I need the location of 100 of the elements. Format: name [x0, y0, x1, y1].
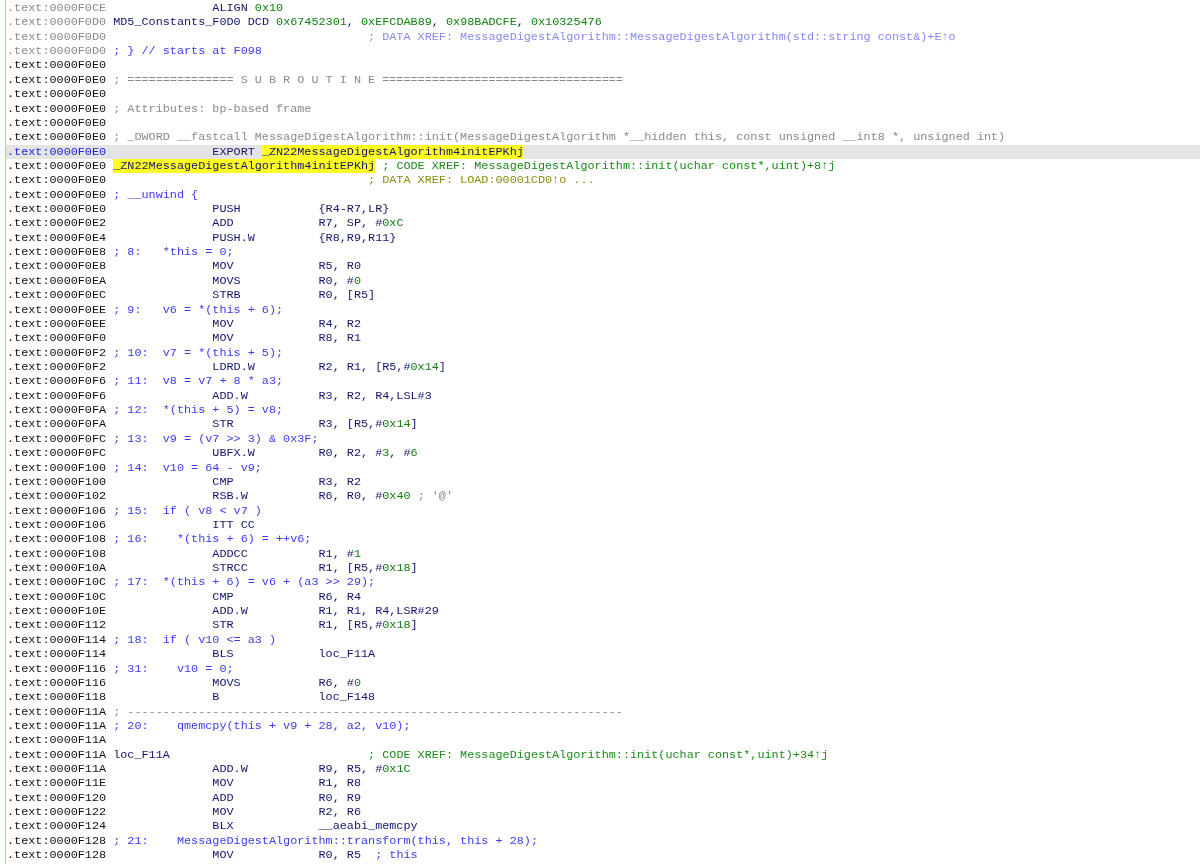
- listing-row[interactable]: .text:0000F0E0: [6, 58, 1200, 73]
- instruction-mnemonic: MOV: [212, 848, 234, 863]
- xref-comment: ; DATA XREF: LOAD:00001CD0↑o ...: [368, 173, 595, 188]
- listing-row[interactable]: .text:0000F102 RSB.W R6, R0, #0x40 ; '@': [6, 489, 1200, 504]
- instruction-operands: R9, R5, #0x1C: [318, 762, 411, 777]
- listing-row[interactable]: .text:0000F0E8 MOV R5, R0: [6, 259, 1200, 274]
- listing-row[interactable]: .text:0000F0D0 ; } // starts at F098: [6, 44, 1200, 59]
- instruction-operands: R2, R1, [R5,#0x14]: [318, 360, 446, 375]
- listing-row[interactable]: .text:0000F128 MOV R0, R5 ; this: [6, 848, 1200, 863]
- listing-row[interactable]: .text:0000F112 STR R1, [R5,#0x18]: [6, 618, 1200, 633]
- instruction-mnemonic: STRB: [212, 288, 241, 303]
- listing-row[interactable]: .text:0000F0F6 ADD.W R3, R2, R4,LSL#3: [6, 388, 1200, 404]
- line-address: .text:0000F116: [7, 661, 107, 676]
- listing-row[interactable]: .text:0000F0EE ; 9: v6 = *(this + 6);: [6, 302, 1200, 317]
- listing-row[interactable]: .text:0000F0EC STRB R0, [R5]: [6, 288, 1200, 303]
- instruction-operands: R0, #0: [318, 273, 361, 289]
- line-address: .text:0000F0EE: [7, 302, 107, 317]
- listing-row[interactable]: .text:0000F0E0 ; __unwind {: [6, 187, 1200, 203]
- listing-row[interactable]: .text:0000F116 MOVS R6, #0: [6, 675, 1200, 691]
- instruction-operands: loc_F148: [318, 690, 376, 705]
- listing-row[interactable]: .text:0000F108 ; 16: *(this + 6) = ++v6;: [6, 532, 1200, 547]
- line-address: .text:0000F106: [7, 503, 107, 518]
- code-comment: ; =============== S U B R O U T I N E ==================================: [113, 72, 623, 88]
- instruction-mnemonic: ADD: [212, 790, 234, 806]
- listing-row[interactable]: .text:0000F0CE ALIGN 0x10: [6, 1, 1200, 16]
- listing-row[interactable]: .text:0000F120 ADD R0, R9: [6, 790, 1200, 806]
- listing-row[interactable]: .text:0000F10A STRCC R1, [R5,#0x18]: [6, 561, 1200, 576]
- listing-row[interactable]: .text:0000F118 B loc_F148: [6, 690, 1200, 705]
- listing-row[interactable]: .text:0000F0E4 PUSH.W {R8,R9,R11}: [6, 230, 1200, 246]
- listing-row[interactable]: .text:0000F114 BLS loc_F11A: [6, 647, 1200, 662]
- instruction-mnemonic: MOV: [212, 259, 234, 274]
- listing-row[interactable]: .text:0000F0E0: [6, 87, 1200, 102]
- listing-row[interactable]: .text:0000F11A loc_F11A ; CODE XREF: MessageDigestAlgorithm::init(uchar const*,uint)+34↑j: [6, 747, 1200, 763]
- listing-row[interactable]: .text:0000F100 CMP R3, R2: [6, 474, 1200, 490]
- listing-row[interactable]: .text:0000F0E8 ; 8: *this = 0;: [6, 245, 1200, 260]
- pseudocode-comment: ; 15: if ( v8 < v7 ): [113, 503, 262, 518]
- listing-row[interactable]: .text:0000F11A ; 20: qmemcpy(this + v9 + 28, a2, v10);: [6, 718, 1200, 734]
- listing-row[interactable]: .text:0000F100 ; 14: v10 = 64 - v9;: [6, 460, 1200, 475]
- line-address: .text:0000F11E: [7, 776, 107, 791]
- listing-row[interactable]: .text:0000F0E0: [6, 115, 1200, 131]
- listing-row[interactable]: .text:0000F0F6 ; 11: v8 = v7 + 8 * a3;: [6, 374, 1200, 389]
- instruction-mnemonic: PUSH: [212, 202, 241, 217]
- line-address: .text:0000F0E0: [7, 202, 107, 217]
- instruction-mnemonic: CMP: [212, 589, 234, 605]
- line-address: .text:0000F112: [7, 618, 107, 633]
- listing-row[interactable]: .text:0000F0F0 MOV R8, R1: [6, 331, 1200, 346]
- listing-row[interactable]: .text:0000F11A: [6, 733, 1200, 748]
- listing-row[interactable]: .text:0000F0F2 ; 10: v7 = *(this + 5);: [6, 345, 1200, 360]
- listing-row[interactable]: .text:0000F116 ; 31: v10 = 0;: [6, 661, 1200, 676]
- line-address: .text:0000F128: [7, 848, 107, 863]
- listing-row[interactable]: .text:0000F106 ITT CC: [6, 517, 1200, 533]
- line-address: .text:0000F10C: [7, 575, 107, 590]
- instruction-mnemonic: BLX: [212, 819, 234, 834]
- line-address: .text:0000F11A: [7, 733, 107, 748]
- listing-row[interactable]: .text:0000F0FA ; 12: *(this + 5) = v8;: [6, 403, 1200, 418]
- line-address: .text:0000F0CE: [7, 1, 107, 16]
- line-address: .text:0000F100: [7, 474, 107, 490]
- listing-row[interactable]: .text:0000F106 ; 15: if ( v8 < v7 ): [6, 503, 1200, 518]
- line-address: .text:0000F128: [7, 833, 107, 849]
- listing-row[interactable]: .text:0000F108 ADDCC R1, #1: [6, 546, 1200, 561]
- line-address: .text:0000F0E0: [7, 58, 107, 73]
- listing-row[interactable]: .text:0000F114 ; 18: if ( v10 <= a3 ): [6, 632, 1200, 648]
- listing-row[interactable]: .text:0000F11A ADD.W R9, R5, #0x1C: [6, 762, 1200, 777]
- listing-row[interactable]: .text:0000F0E0 ; Attributes: bp-based frame: [6, 101, 1200, 116]
- listing-row[interactable]: .text:0000F0E2 ADD R7, SP, #0xC: [6, 216, 1200, 231]
- line-address: .text:0000F0FC: [7, 431, 107, 447]
- line-address: .text:0000F0FA: [7, 417, 107, 432]
- instruction-mnemonic: STR: [212, 417, 234, 432]
- instruction-mnemonic: B: [212, 690, 220, 705]
- listing-row[interactable]: .text:0000F10E ADD.W R1, R1, R4,LSR#29: [6, 604, 1200, 619]
- listing-row[interactable]: .text:0000F0D0 MD5_Constants_F0D0 DCD 0x67452301, 0xEFCDAB89, 0x98BADCFE, 0x10325476: [6, 15, 1200, 30]
- listing-row[interactable]: .text:0000F0F2 LDRD.W R2, R1, [R5,#0x14]: [6, 360, 1200, 375]
- listing-row[interactable]: .text:0000F0E0 ; DATA XREF: LOAD:00001CD0↑o ...: [6, 173, 1200, 188]
- listing-row[interactable]: .text:0000F0E0 ; _DWORD __fastcall MessageDigestAlgorithm::init(MessageDigestAlgorithm *__hidden this, const unsigned __int8 *, unsigned int): [6, 130, 1200, 145]
- line-address: .text:0000F114: [7, 632, 107, 648]
- listing-row[interactable]: .text:0000F10C ; 17: *(this + 6) = v6 + (a3 >> 29);: [6, 575, 1200, 590]
- pseudocode-comment: ; 11: v8 = v7 + 8 * a3;: [113, 374, 284, 389]
- listing-row[interactable]: .text:0000F122 MOV R2, R6: [6, 805, 1200, 820]
- listing-row[interactable]: .text:0000F0E0 ; =============== S U B R O U T I N E ==================================: [6, 72, 1200, 88]
- line-address: .text:0000F0D0: [7, 44, 107, 59]
- listing-row[interactable]: .text:0000F0D0 ; DATA XREF: MessageDigestAlgorithm::MessageDigestAlgorithm(std::string const&)+E↑o: [6, 29, 1200, 45]
- listing-row[interactable]: .text:0000F11E MOV R1, R8: [6, 776, 1200, 791]
- listing-row[interactable]: .text:0000F128 ; 21: MessageDigestAlgorithm::transform(this, this + 28);: [6, 833, 1200, 849]
- instruction-mnemonic: MOV: [212, 331, 234, 346]
- listing-row[interactable]: .text:0000F0EE MOV R4, R2: [6, 316, 1200, 332]
- listing-row[interactable]: .text:0000F0E0 _ZN22MessageDigestAlgorithm4initEPKhj ; CODE XREF: MessageDigestAlgorithm::init(uchar const*,uint)+8↑j: [6, 158, 1200, 174]
- listing-row[interactable]: .text:0000F0E0 PUSH {R4-R7,LR}: [6, 202, 1200, 217]
- line-address: .text:0000F0E0: [7, 158, 107, 174]
- listing-row[interactable]: .text:0000F10C CMP R6, R4: [6, 589, 1200, 605]
- listing-row[interactable]: .text:0000F0FA STR R3, [R5,#0x14]: [6, 417, 1200, 432]
- instruction-operands: R7, SP, #0xC: [318, 216, 404, 231]
- listing-row[interactable]: .text:0000F124 BLX __aeabi_memcpy: [6, 819, 1200, 834]
- listing-row[interactable]: .text:0000F0FC UBFX.W R0, R2, #3, #6: [6, 446, 1200, 461]
- listing-row[interactable]: .text:0000F0FC ; 13: v9 = (v7 >> 3) & 0x3F;: [6, 431, 1200, 447]
- listing-row[interactable]: .text:0000F0EA MOVS R0, #0: [6, 273, 1200, 289]
- listing-row[interactable]: .text:0000F11A ; ----------------------------------------------------------------------: [6, 704, 1200, 719]
- instruction-operands: R0, R2, #3, #6: [318, 446, 418, 461]
- instruction-mnemonic: STRCC: [212, 561, 248, 576]
- listing-row[interactable]: .text:0000F0E0 EXPORT _ZN22MessageDigestAlgorithm4initEPKhj: [6, 144, 1200, 159]
- line-address: .text:0000F0EC: [7, 288, 107, 303]
